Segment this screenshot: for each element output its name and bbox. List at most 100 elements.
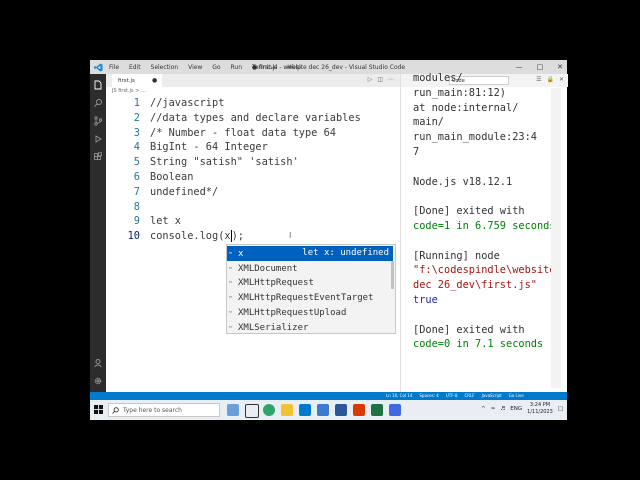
line-number: 5 [133, 156, 140, 169]
symbol-variable-icon: ▭ [229, 323, 233, 330]
status-indent[interactable]: Spaces: 4 [419, 393, 438, 398]
code-text: let x [150, 215, 181, 228]
mouse-ibeam-cursor-icon: I [289, 231, 292, 240]
notifications-icon[interactable]: □ [558, 406, 563, 412]
explorer-icon[interactable] [93, 80, 103, 90]
excel-app-icon[interactable] [371, 404, 383, 416]
volume-icon[interactable]: ♬ [500, 406, 505, 412]
run-code-icon[interactable]: ▷ [368, 76, 373, 83]
suggest-item[interactable]: ▭ XMLSerializer [227, 320, 393, 335]
more-actions-icon[interactable]: ⋯ [388, 76, 394, 83]
symbol-variable-icon: ▭ [229, 250, 233, 256]
menu-view[interactable]: View [188, 64, 202, 71]
symbol-variable-icon: ▭ [229, 294, 233, 301]
code-line[interactable]: 10 console.log(x); [106, 229, 400, 244]
code-line[interactable]: 7 undefined*/ [106, 185, 400, 200]
word-app-icon[interactable] [335, 404, 347, 416]
status-language[interactable]: JavaScript [482, 393, 502, 398]
task-view-icon[interactable] [245, 404, 259, 418]
menu-terminal[interactable]: Terminal [252, 64, 277, 71]
output-actions: ☰ 🔒 ✕ [536, 76, 564, 83]
wifi-icon[interactable]: ≈ [491, 406, 496, 412]
outlook-app-icon[interactable] [389, 404, 401, 416]
editor-actions: ▷ ◫ ⋯ [368, 76, 394, 83]
zoom-app-icon[interactable] [317, 404, 329, 416]
clock-time: 3:24 PM [529, 402, 551, 408]
code-text: BigInt - 64 Integer [150, 141, 268, 154]
code-text: String "satish" 'satish' [150, 156, 299, 169]
output-line: "f:\codespindle\website [413, 264, 556, 277]
windows-taskbar: Type here to search ^ ≈ ♬ ENG 3:24 PM 1/… [90, 400, 567, 420]
maximize-icon[interactable]: □ [537, 63, 544, 71]
account-icon[interactable] [93, 358, 103, 368]
menu-selection[interactable]: Selection [151, 64, 179, 71]
vscode-logo-icon[interactable] [94, 62, 103, 72]
menu-go[interactable]: Go [212, 64, 220, 71]
line-number: 4 [133, 141, 140, 154]
output-scrollbar[interactable] [551, 88, 561, 388]
suggest-item[interactable]: ▭ x let x: undefined [227, 246, 393, 261]
line-number: 7 [133, 185, 140, 198]
code-line[interactable]: 2 //data types and declare variables [106, 111, 400, 126]
suggest-scrollbar[interactable] [391, 261, 394, 289]
status-encoding[interactable]: UTF-8 [446, 393, 458, 398]
suggest-item[interactable]: ▭ XMLHttpRequest [227, 275, 393, 290]
weather-widget-icon[interactable] [227, 404, 239, 416]
settings-gear-icon[interactable] [93, 376, 103, 386]
clock[interactable]: 3:24 PM 1/11/2023 [527, 402, 553, 416]
close-icon[interactable]: ✕ [557, 63, 563, 71]
code-line[interactable]: 3 /* Number - float data type 64 [106, 126, 400, 141]
file-explorer-icon[interactable] [281, 404, 293, 416]
minimize-icon[interactable]: — [516, 63, 523, 71]
menu-run[interactable]: Run [231, 64, 243, 71]
suggest-item[interactable]: ▭ XMLDocument [227, 261, 393, 276]
code-line[interactable]: 4 BigInt - 64 Integer [106, 140, 400, 155]
system-tray: ^ ≈ ♬ ENG 3:24 PM 1/11/2023 □ [481, 402, 563, 416]
suggest-item-label: XMLDocument [238, 263, 298, 274]
vscode-taskbar-icon[interactable] [299, 404, 311, 416]
close-panel-icon[interactable]: ✕ [559, 76, 564, 83]
split-editor-icon[interactable]: ◫ [377, 76, 383, 83]
title-bar: File Edit Selection View Go Run Terminal… [90, 60, 567, 74]
line-number: 9 [133, 215, 140, 228]
menu-edit[interactable]: Edit [129, 64, 141, 71]
output-line: modules/ [413, 72, 463, 84]
extensions-icon[interactable] [93, 152, 103, 162]
code-line[interactable]: 9 let x [106, 214, 400, 229]
code-line[interactable]: 1 //javascript [106, 96, 400, 111]
menu-help[interactable]: Help [287, 64, 301, 71]
window-controls: — □ ✕ [516, 60, 564, 74]
suggest-item[interactable]: ▭ XMLHttpRequestEventTarget [227, 290, 393, 305]
code-line[interactable]: 5 String "satish" 'satish' [106, 155, 400, 170]
status-bar: Ln 10, Col 14 Spaces: 4 UTF-8 CRLF JavaS… [90, 392, 567, 400]
breadcrumb[interactable]: JS first.js > ... [112, 88, 146, 94]
status-cursor-position[interactable]: Ln 10, Col 14 [386, 393, 412, 398]
filter-icon[interactable]: ☰ [536, 76, 541, 83]
lock-icon[interactable]: 🔒 [546, 76, 553, 83]
language-indicator[interactable]: ENG [510, 406, 522, 412]
symbol-variable-icon: ▭ [229, 264, 233, 271]
code-text: undefined*/ [150, 185, 219, 198]
tab-first-js[interactable]: first.js ● [112, 74, 162, 87]
line-number: 2 [133, 111, 140, 124]
code-line[interactable]: 6 Boolean [106, 170, 400, 185]
windows-start-icon[interactable] [94, 405, 103, 414]
search-icon[interactable] [93, 98, 103, 108]
output-line: 7 [413, 146, 420, 158]
suggest-item[interactable]: ▭ XMLHttpRequestUpload [227, 305, 393, 320]
run-debug-icon[interactable] [93, 134, 103, 144]
menu-file[interactable]: File [109, 64, 119, 71]
suggest-item-label: x [238, 248, 244, 259]
source-control-icon[interactable] [93, 116, 103, 126]
powerpoint-app-icon[interactable] [353, 404, 365, 416]
taskbar-search-input[interactable]: Type here to search [108, 403, 220, 417]
unsaved-dot-icon[interactable]: ● [152, 77, 157, 84]
status-eol[interactable]: CRLF [465, 393, 475, 398]
output-line: [Done] exited with [413, 323, 525, 336]
activity-bar [90, 74, 106, 392]
chevron-up-icon[interactable]: ^ [481, 406, 486, 412]
status-go-live[interactable]: Go Live [509, 393, 524, 398]
edge-browser-icon[interactable] [263, 404, 275, 416]
symbol-variable-icon: ▭ [229, 279, 233, 286]
code-line[interactable]: 8 [106, 200, 400, 215]
